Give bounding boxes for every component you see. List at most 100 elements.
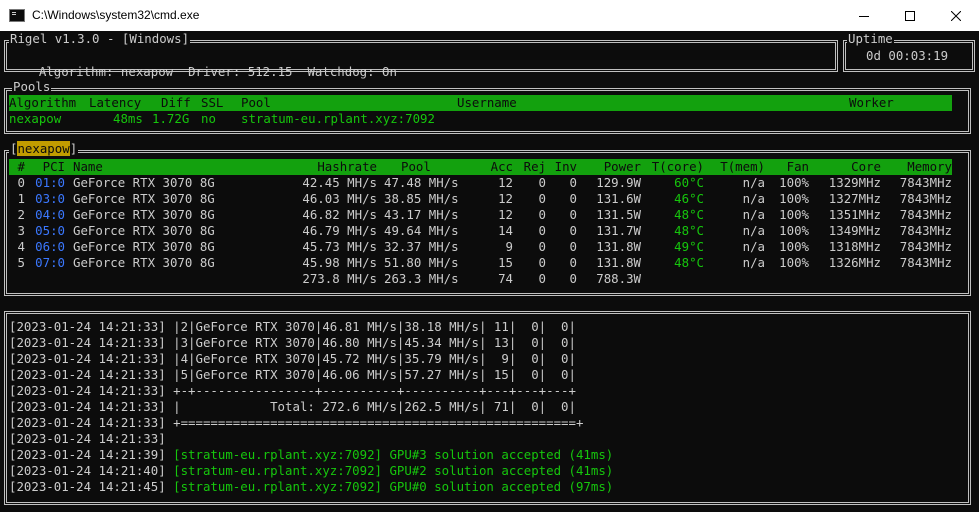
log-line: [2023-01-24 14:21:33] |4|GeForce RTX 307…	[9, 351, 576, 367]
gpu-cell: 9	[505, 239, 513, 254]
gpu-cell: 0	[538, 191, 546, 206]
gpu-cell: 131.8W	[596, 255, 641, 270]
gpu-cell: 0	[569, 191, 577, 206]
gpu-cell: GeForce RTX 3070 8G	[73, 239, 215, 254]
gpu-cell: 7843MHz	[899, 223, 952, 238]
driver-label: Driver:	[188, 64, 241, 79]
pools-header: Algorithm Latency Diff SSL Pool Username…	[9, 95, 952, 111]
log-message: [stratum-eu.rplant.xyz:7092] GPU#3 solut…	[173, 447, 614, 462]
gpu-cell: 43.17 MH/s	[384, 207, 459, 222]
gpu-cell: GeForce RTX 3070 8G	[73, 207, 215, 222]
log-message: +-+----------------+----------+---------…	[173, 383, 576, 398]
gpu-cell: 0	[569, 223, 577, 238]
gpu-cell: 46.03 MH/s	[302, 191, 377, 206]
total-power: 788.3W	[596, 271, 641, 286]
gpu-cell: n/a	[742, 207, 765, 222]
column-header: T(core)	[651, 159, 704, 174]
gpu-cell: 32.37 MH/s	[384, 239, 459, 254]
gpu-cell: 0	[569, 255, 577, 270]
algorithm-value: nexapow	[120, 64, 174, 79]
log-line: [2023-01-24 14:21:33] |5|GeForce RTX 307…	[9, 367, 576, 383]
gpu-cell: 7843MHz	[899, 255, 952, 270]
gpu-cell: 48°C	[674, 255, 704, 270]
column-header: #	[17, 159, 25, 174]
minimize-button[interactable]	[841, 0, 887, 31]
gpu-cell: 100%	[779, 191, 809, 206]
gpu-cell: 0	[569, 175, 577, 190]
gpu-cell: 2	[17, 207, 25, 222]
gpu-cell: n/a	[742, 191, 765, 206]
gpu-cell: 0	[538, 255, 546, 270]
gpu-row: 0 01:0 GeForce RTX 3070 8G 42.45 MH/s 47.48 …	[9, 175, 952, 191]
gpu-cell: 14	[498, 223, 513, 238]
log-message: | Total: 272.6 MH/s|262.5 MH/s| 71| 0| 0…	[173, 399, 576, 414]
maximize-icon	[905, 10, 915, 21]
gpu-cell: 7843MHz	[899, 239, 952, 254]
driver-value: 512.15	[247, 64, 293, 79]
gpu-cell: 47.48 MH/s	[384, 175, 459, 190]
log-line: [2023-01-24 14:21:33] +-+---------------…	[9, 383, 576, 399]
gpu-cell: 60°C	[674, 175, 704, 190]
gpu-cell: 45.73 MH/s	[302, 239, 377, 254]
log-line: [2023-01-24 14:21:45] [stratum-eu.rplant…	[9, 479, 613, 495]
log-timestamp: [2023-01-24 14:21:40]	[9, 463, 166, 478]
gpu-row: 5 07:0 GeForce RTX 3070 8G 45.98 MH/s 51.80 …	[9, 255, 952, 271]
uptime-value: 0d 00:03:19	[866, 48, 949, 63]
watchdog-value: On	[382, 64, 397, 79]
console-output[interactable]: Rigel v1.3.0 - [Windows] Algorithm: nexa…	[0, 31, 979, 512]
gpu-cell: 46°C	[674, 191, 704, 206]
algorithm-tab[interactable]: [nexapow]	[9, 141, 79, 156]
gpu-cell: n/a	[742, 223, 765, 238]
close-button[interactable]	[933, 0, 979, 31]
window-title: C:\Windows\system32\cmd.exe	[32, 8, 200, 22]
gpu-cell: 04:0	[35, 207, 65, 222]
maximize-button[interactable]	[887, 0, 933, 31]
column-header: T(mem)	[720, 159, 765, 174]
gpu-cell: 131.7W	[596, 223, 641, 238]
gpu-cell: 1327MHz	[828, 191, 881, 206]
gpu-cell: 131.6W	[596, 191, 641, 206]
total-acc: 74	[498, 271, 513, 286]
gpu-cell: 15	[498, 255, 513, 270]
log-message: |5|GeForce RTX 3070|46.06 MH/s|57.27 MH/…	[173, 367, 576, 382]
gpu-cell: 06:0	[35, 239, 65, 254]
log-message: |3|GeForce RTX 3070|46.80 MH/s|45.34 MH/…	[173, 335, 576, 350]
log-timestamp: [2023-01-24 14:21:45]	[9, 479, 166, 494]
uptime-label: Uptime	[847, 31, 894, 46]
gpu-cell: 1349MHz	[828, 223, 881, 238]
log-message: [stratum-eu.rplant.xyz:7092] GPU#0 solut…	[173, 479, 614, 494]
log-line: [2023-01-24 14:21:40] [stratum-eu.rplant…	[9, 463, 613, 479]
gpu-cell: 1318MHz	[828, 239, 881, 254]
gpu-cell: n/a	[742, 255, 765, 270]
gpu-cell: n/a	[742, 239, 765, 254]
gpu-cell: 0	[569, 207, 577, 222]
gpu-cell: 3	[17, 223, 25, 238]
app-title: Rigel v1.3.0 - [Windows]	[9, 31, 191, 46]
column-header: Acc	[490, 159, 513, 174]
gpu-cell: 12	[498, 207, 513, 222]
pool-row: nexapow 48ms 1.72G no stratum-eu.rplant.…	[9, 111, 435, 126]
log-message: +=======================================…	[173, 415, 584, 430]
column-header: Fan	[786, 159, 809, 174]
gpu-totals-row: 273.8 MH/s 263.3 MH/s 74 0 0 788.3W	[9, 271, 952, 287]
log-line: [2023-01-24 14:21:33] |3|GeForce RTX 307…	[9, 335, 576, 351]
gpu-cell: 0	[17, 175, 25, 190]
column-header: Rej	[523, 159, 546, 174]
gpu-cell: 1	[17, 191, 25, 206]
gpu-cell: 49.64 MH/s	[384, 223, 459, 238]
header-info: Algorithm: nexapow Driver: 512.15 Watchd…	[9, 48, 397, 79]
log-line: [2023-01-24 14:21:33]	[9, 431, 173, 447]
gpu-cell: 7843MHz	[899, 207, 952, 222]
gpu-cell: 100%	[779, 239, 809, 254]
log-line: [2023-01-24 14:21:33] |2|GeForce RTX 307…	[9, 319, 576, 335]
column-header: Memory	[907, 159, 952, 174]
title-bar[interactable]: C:\Windows\system32\cmd.exe	[0, 0, 979, 31]
total-rej: 0	[538, 271, 546, 286]
gpu-cell: GeForce RTX 3070 8G	[73, 255, 215, 270]
gpu-row: 4 06:0 GeForce RTX 3070 8G 45.73 MH/s 32.37 …	[9, 239, 952, 255]
close-icon	[951, 10, 961, 21]
column-header: Power	[603, 159, 641, 174]
gpu-cell: 7843MHz	[899, 191, 952, 206]
log-timestamp: [2023-01-24 14:21:33]	[9, 367, 166, 382]
total-hashrate: 273.8 MH/s	[302, 271, 377, 286]
